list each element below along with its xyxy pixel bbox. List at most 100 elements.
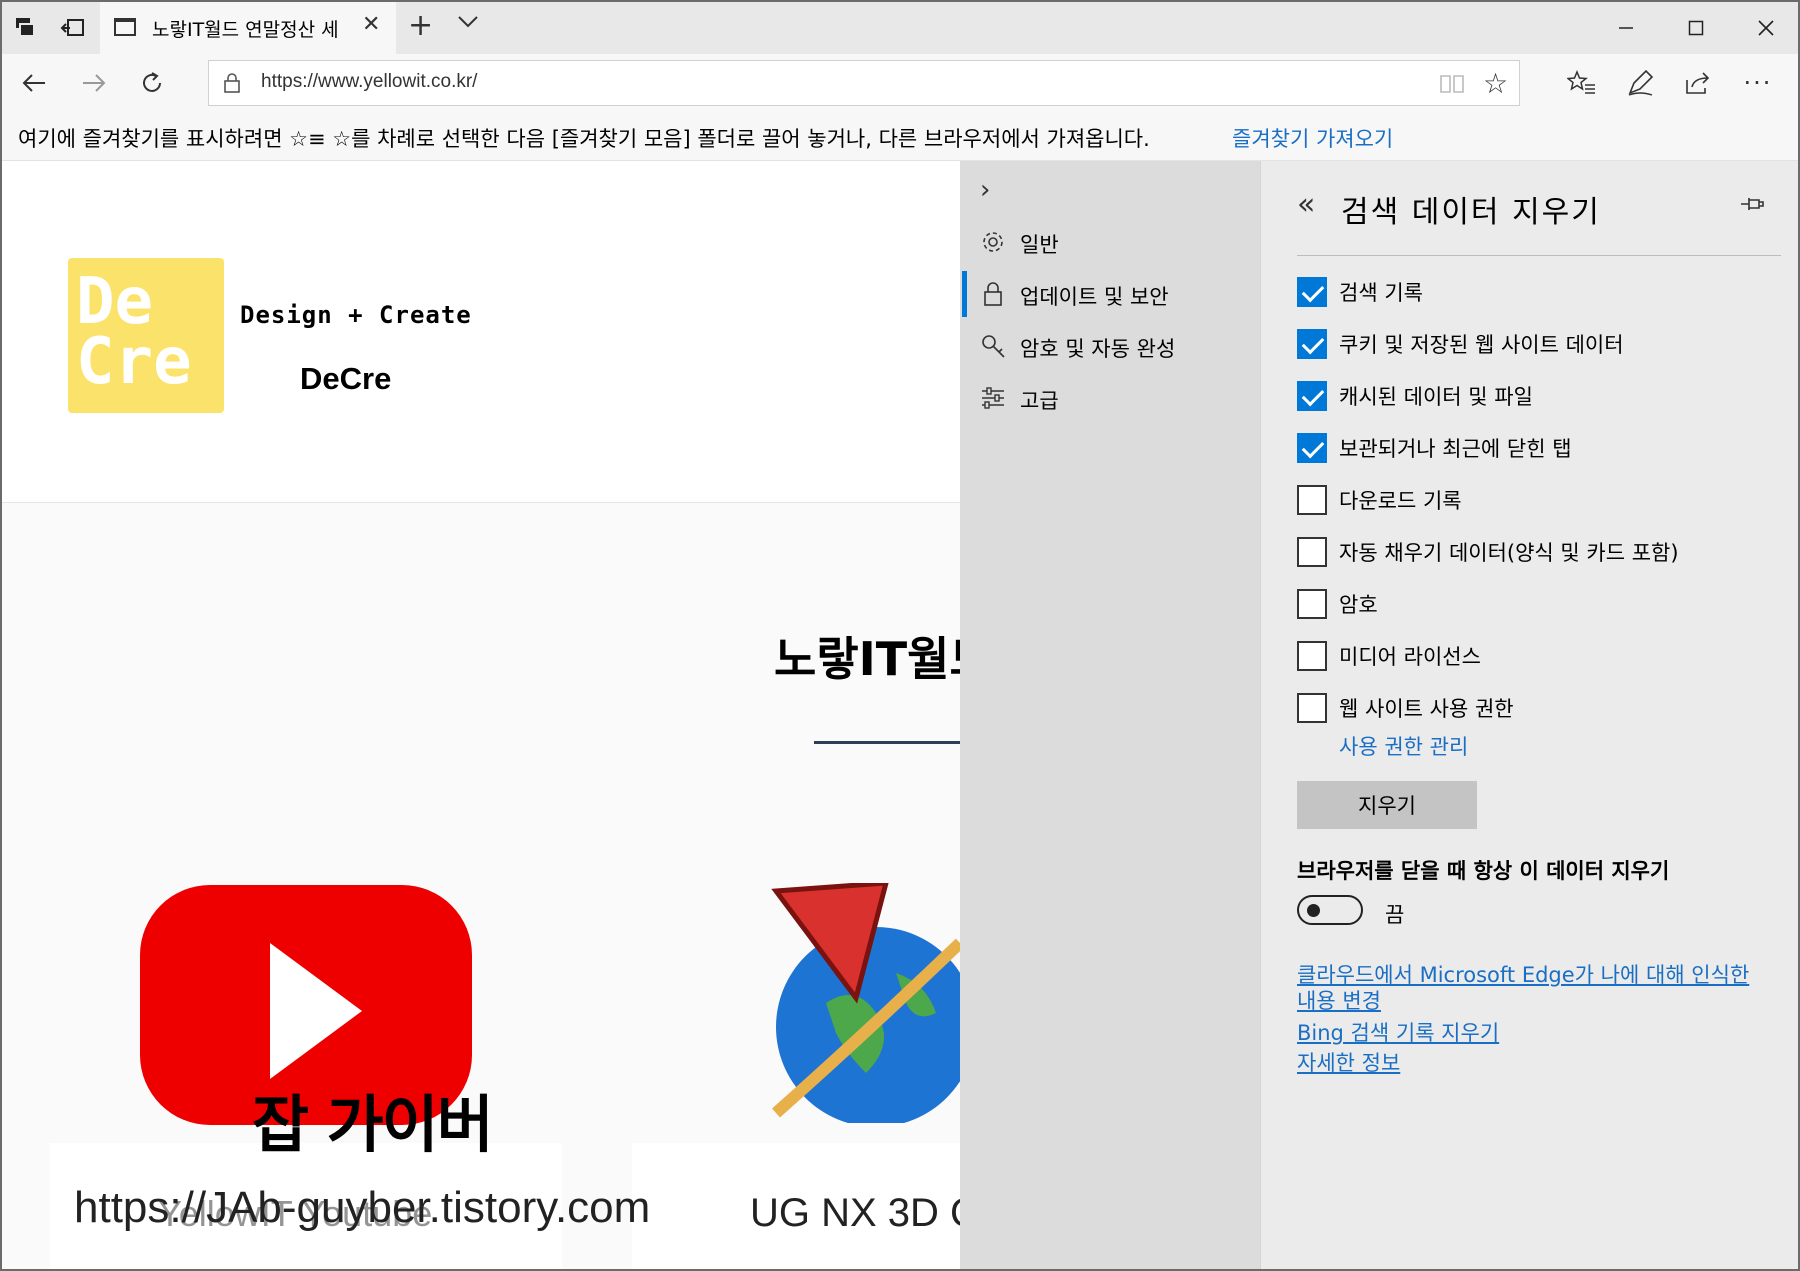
import-favorites-link[interactable]: 즐겨찾기 가져오기 [1232,123,1393,153]
decre-logo[interactable]: De Cre [68,258,224,413]
settings-nav-general[interactable]: 일반 [960,213,1260,271]
favorites-bar: 여기에 즐겨찾기를 표시하려면 ☆≡ ☆를 차례로 선택한 다음 [즐겨찾기 모… [2,111,1798,161]
always-clear-label: 브라우저를 닫을 때 항상 이 데이터 지우기 [1297,859,1670,883]
checkbox-unchecked[interactable] [1297,485,1327,515]
site-header: De Cre Design + Create DeCre [2,161,960,503]
back-arrow-icon [22,74,45,92]
back-chevron-icon[interactable]: « [1297,187,1315,222]
cloud-data-link-line2[interactable]: 내용 변경 [1297,985,1381,1015]
checkbox-cookies[interactable]: 쿠키 및 저장된 웹 사이트 데이터 [1297,323,1757,363]
checkbox-label: 암호 [1339,593,1378,617]
settings-nav-label: 암호 및 자동 완성 [1020,337,1176,361]
pen-icon [1628,69,1654,96]
learn-more-link[interactable]: 자세한 정보 [1297,1047,1400,1077]
close-icon [1758,20,1774,36]
back-button[interactable] [14,64,54,102]
settings-nav-label: 일반 [1020,233,1059,257]
minimize-button[interactable] [1596,8,1656,48]
web-note-button[interactable] [1620,64,1660,102]
checkbox-label: 보관되거나 최근에 닫힌 탭 [1339,437,1572,461]
section-title: 노랗IT월드 [774,632,960,686]
checkbox-checked[interactable] [1297,329,1327,359]
refresh-button[interactable] [132,64,172,102]
navigation-bar: https://www.yellowit.co.kr/ ☆ ··· [2,54,1798,111]
checkbox-passwords[interactable]: 암호 [1297,583,1757,623]
checkbox-site-permissions[interactable]: 웹 사이트 사용 권한 [1297,687,1757,727]
refresh-icon [143,72,161,92]
set-aside-tabs-button[interactable] [52,8,94,48]
card2-caption: UG NX 3D CAD [750,1191,960,1235]
checkbox-unchecked[interactable] [1297,641,1327,671]
checkbox-label: 웹 사이트 사용 권한 [1339,697,1514,721]
checkbox-unchecked[interactable] [1297,537,1327,567]
panel-title: 검색 데이터 지우기 [1341,195,1601,230]
web-page: De Cre Design + Create DeCre 노랗IT월드 잡 가이… [2,161,960,1269]
active-indicator [962,271,967,317]
settings-nav-label: 고급 [1020,389,1059,413]
collapse-chevron-icon[interactable]: › [980,175,990,205]
maximize-button[interactable] [1666,8,1726,48]
checkbox-browsing-history[interactable]: 검색 기록 [1297,271,1757,311]
url-text[interactable]: https://www.yellowit.co.kr/ [261,71,477,93]
tab-set-aside-button[interactable] [6,8,48,48]
reading-view-icon[interactable] [1439,73,1465,99]
clear-button[interactable]: 지우기 [1297,781,1477,829]
clear-browsing-data-panel: « 검색 데이터 지우기 검색 기록 쿠키 및 저장된 웹 사이트 데이터 캐시… [1260,161,1798,1269]
tabs-stack-icon [16,18,35,37]
checkbox-label: 캐시된 데이터 및 파일 [1339,385,1533,409]
forward-button[interactable] [74,64,114,102]
minimize-icon [1619,27,1633,29]
more-menu-button[interactable]: ··· [1738,64,1778,102]
favorite-star-icon[interactable]: ☆ [1483,67,1508,100]
checkbox-cached-data[interactable]: 캐시된 데이터 및 파일 [1297,375,1757,415]
manage-permissions-link[interactable]: 사용 권한 관리 [1339,731,1468,761]
checkbox-checked[interactable] [1297,277,1327,307]
tab-active[interactable]: 노랗IT월드 연말정산 세 ✕ [100,2,396,54]
favorites-hub-button[interactable] [1562,64,1602,102]
pin-icon[interactable] [1739,195,1765,217]
checkbox-media-licenses[interactable]: 미디어 라이선스 [1297,635,1757,675]
panel-divider [1297,255,1781,256]
lock-icon [978,279,1008,309]
checkbox-autofill[interactable]: 자동 채우기 데이터(양식 및 카드 포함) [1297,531,1757,571]
lock-icon[interactable] [223,72,241,98]
settings-nav-advanced[interactable]: 고급 [960,369,1260,427]
always-clear-toggle[interactable] [1297,895,1363,925]
tab-restore-icon [60,19,84,36]
checkbox-download-history[interactable]: 다운로드 기록 [1297,479,1757,519]
tab-preview-chevron-icon[interactable] [457,14,479,33]
logo-text-line2: Cre [76,325,192,399]
checkbox-label: 쿠키 및 저장된 웹 사이트 데이터 [1339,333,1624,357]
checkbox-checked[interactable] [1297,381,1327,411]
checkbox-label: 자동 채우기 데이터(양식 및 카드 포함) [1339,541,1679,565]
favorites-list-icon [1567,70,1595,94]
new-tab-icon[interactable]: + [408,8,433,43]
close-window-button[interactable] [1736,8,1796,48]
checkbox-unchecked[interactable] [1297,693,1327,723]
play-icon [270,943,362,1079]
globe-icon[interactable] [766,883,960,1123]
site-brand: DeCre [300,361,392,396]
settings-nav-passwords[interactable]: 암호 및 자동 완성 [960,317,1260,375]
checkbox-checked[interactable] [1297,433,1327,463]
bing-history-link[interactable]: Bing 검색 기록 지우기 [1297,1017,1499,1047]
key-icon [978,331,1008,361]
checkbox-closed-tabs[interactable]: 보관되거나 최근에 닫힌 탭 [1297,427,1757,467]
ellipsis-icon: ··· [1743,69,1773,97]
site-tagline: Design + Create [240,301,472,329]
sliders-icon [978,383,1008,413]
share-button[interactable] [1678,64,1718,102]
card1-url[interactable]: https://JAb-guyber.tistory.com [74,1183,650,1233]
favorites-bar-message: 여기에 즐겨찾기를 표시하려면 ☆≡ ☆를 차례로 선택한 다음 [즐겨찾기 모… [18,127,1150,151]
settings-nav-update-security[interactable]: 업데이트 및 보안 [960,265,1260,323]
youtube-overlay-text: 잡 가이버 [252,1088,494,1161]
close-tab-icon[interactable]: ✕ [362,12,380,37]
forward-arrow-icon [83,74,106,92]
section-divider [814,741,960,744]
checkbox-label: 다운로드 기록 [1339,489,1462,513]
share-icon [1686,72,1710,94]
address-bar[interactable]: https://www.yellowit.co.kr/ ☆ [208,60,1520,106]
checkbox-label: 미디어 라이선스 [1339,645,1481,669]
browser-window: 노랗IT월드 연말정산 세 ✕ + https://www.yellowit.c… [0,0,1800,1271]
checkbox-unchecked[interactable] [1297,589,1327,619]
